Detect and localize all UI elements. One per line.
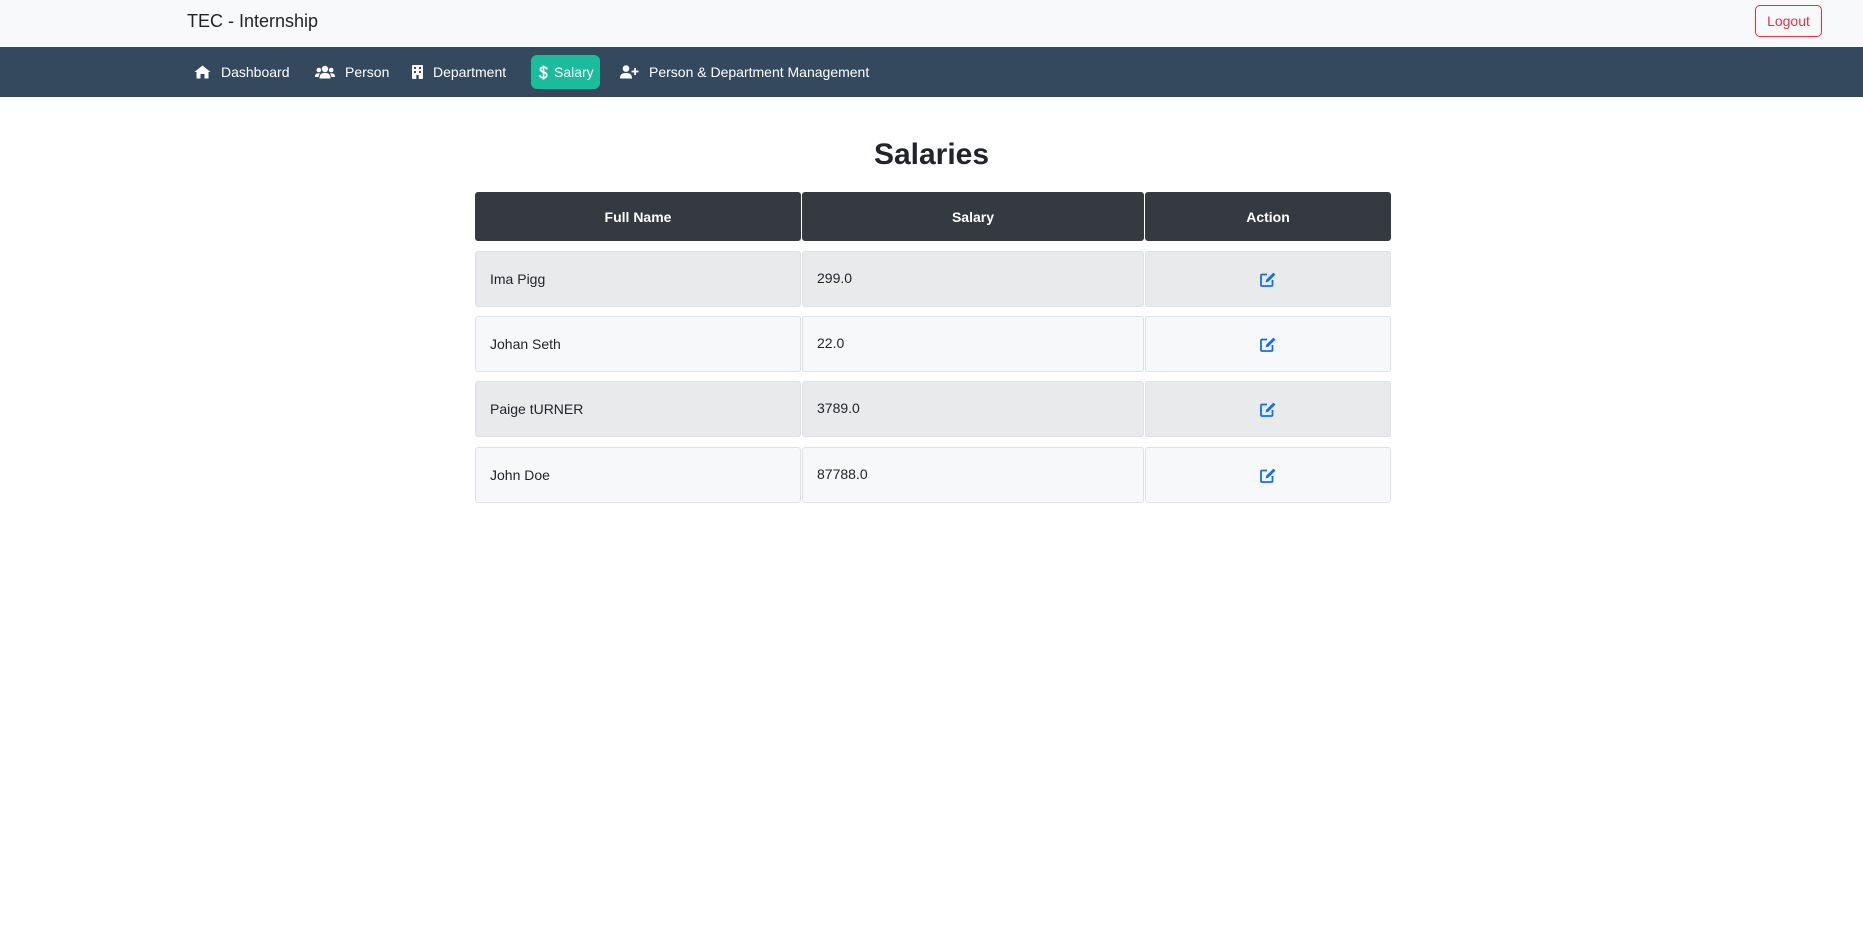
row-2-full-name: Johan Seth — [475, 316, 801, 372]
nav-item-person-department-management[interactable]: Person & Department Management — [612, 55, 877, 89]
nav-item-dashboard[interactable]: Dashboard — [186, 55, 298, 89]
row-3-action — [1145, 381, 1391, 437]
row-1-action — [1145, 251, 1391, 307]
column-header-salary: Salary — [802, 192, 1144, 241]
home-icon — [194, 65, 211, 79]
row-1-full-name: Ima Pigg — [475, 251, 801, 307]
edit-icon[interactable] — [1260, 272, 1276, 287]
row-2-action — [1145, 316, 1391, 372]
nav-label-person-department-management: Person & Department Management — [649, 64, 870, 80]
nav-label-department: Department — [433, 64, 507, 80]
row-3-salary: 3789.0 — [802, 381, 1144, 437]
column-header-action: Action — [1145, 192, 1391, 241]
top-bar: TEC - Internship Logout — [0, 0, 1863, 47]
edit-icon[interactable] — [1260, 402, 1276, 417]
main-navbar: Dashboard Person Department Salary Perso… — [0, 47, 1863, 97]
logout-button[interactable]: Logout — [1755, 5, 1822, 37]
nav-label-dashboard: Dashboard — [221, 64, 290, 80]
page-title: Salaries — [873, 138, 990, 171]
building-icon — [412, 65, 423, 79]
row-4-salary: 87788.0 — [802, 447, 1144, 503]
column-header-full-name: Full Name — [475, 192, 801, 241]
edit-icon[interactable] — [1260, 468, 1276, 483]
row-3-full-name: Paige tURNER — [475, 381, 801, 437]
users-icon — [315, 65, 335, 79]
nav-label-person: Person — [345, 64, 390, 80]
edit-icon[interactable] — [1260, 337, 1276, 352]
app-brand[interactable]: TEC - Internship — [187, 11, 318, 32]
row-1-salary: 299.0 — [802, 251, 1144, 307]
nav-item-salary[interactable]: Salary — [531, 55, 600, 89]
user-plus-icon — [620, 65, 639, 79]
row-4-action — [1145, 447, 1391, 503]
row-4-full-name: John Doe — [475, 447, 801, 503]
nav-label-salary: Salary — [554, 64, 594, 80]
nav-item-department[interactable]: Department — [404, 55, 514, 89]
row-2-salary: 22.0 — [802, 316, 1144, 372]
dollar-icon — [539, 64, 548, 80]
nav-item-person[interactable]: Person — [307, 55, 397, 89]
